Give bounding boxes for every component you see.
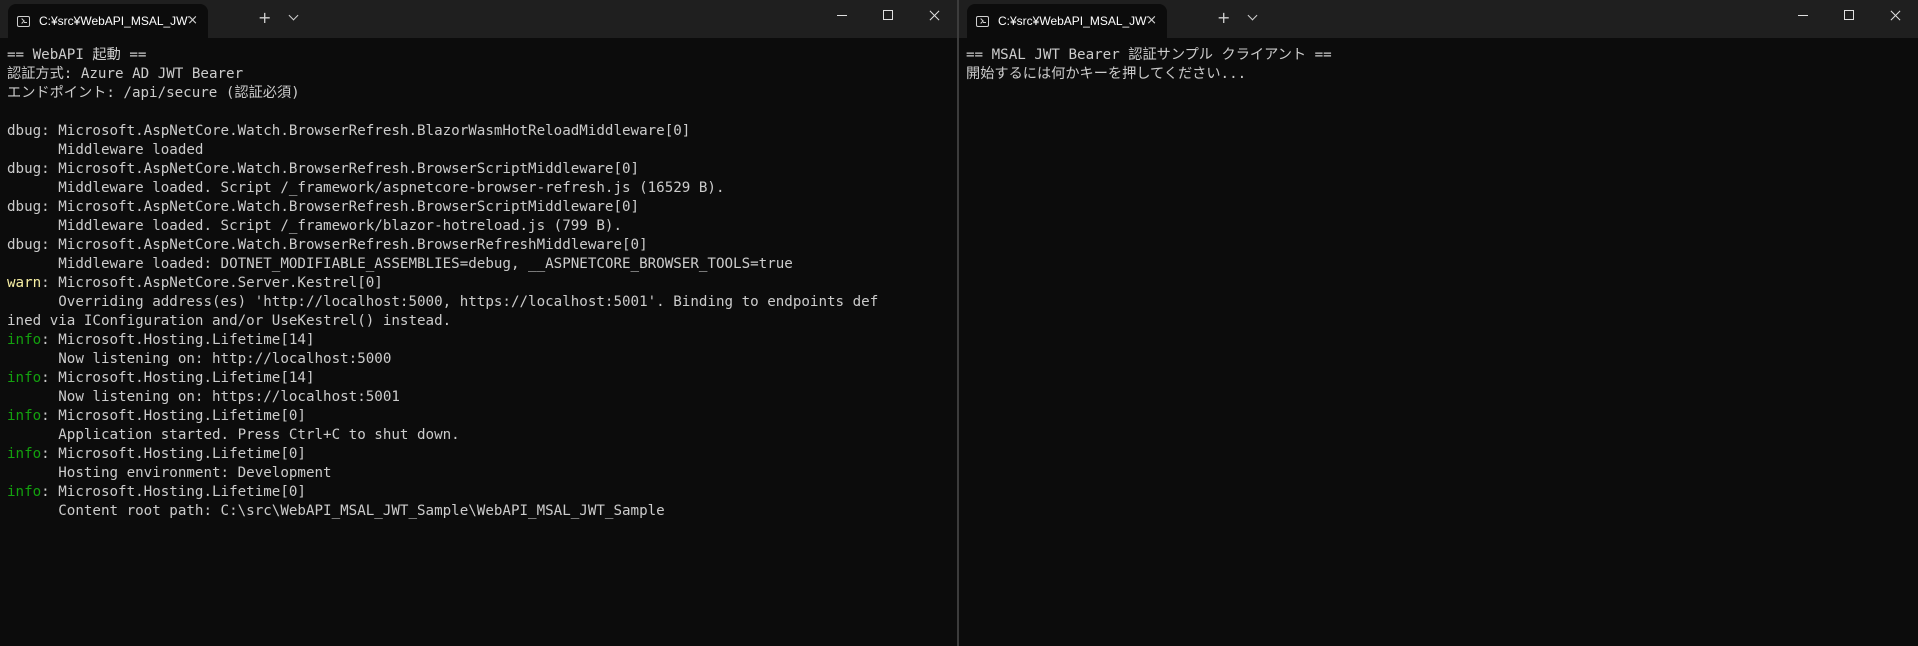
console-line: Middleware loaded. Script /_framework/bl… [7, 217, 951, 236]
console-line-text: : Microsoft.AspNetCore.Watch.BrowserRefr… [41, 161, 640, 177]
console-line-text: エンドポイント: /api/secure (認証必須) [7, 85, 300, 101]
log-level-dbug: dbug [7, 199, 42, 215]
console-line: Now listening on: http://localhost:5000 [7, 350, 951, 369]
console-line: Overriding address(es) 'http://localhost… [7, 293, 951, 312]
log-level-info: info [7, 370, 42, 386]
tab-close-icon[interactable]: × [187, 13, 198, 29]
tab-title: C:¥src¥WebAPI_MSAL_JWT_Sample [998, 14, 1148, 28]
tab-title: C:¥src¥WebAPI_MSAL_JWT_Sample [39, 14, 189, 28]
console-output[interactable]: == MSAL JWT Bearer 認証サンプル クライアント == 開始するに… [966, 46, 1912, 646]
console-line: info: Microsoft.Hosting.Lifetime[14] [7, 369, 951, 388]
console-line-text: == WebAPI 起動 == [7, 47, 147, 63]
console-line: ined via IConfiguration and/or UseKestre… [7, 312, 951, 331]
log-level-warn: warn [7, 275, 42, 291]
console-line-text: Content root path: C:\src\WebAPI_MSAL_JW… [7, 503, 665, 519]
console-line-text: Now listening on: https://localhost:5001 [7, 389, 400, 405]
chevron-down-icon[interactable] [1247, 10, 1258, 21]
console-line-text: Now listening on: http://localhost:5000 [7, 351, 392, 367]
title-bar[interactable]: C:¥src¥WebAPI_MSAL_JWT_Sample × + [0, 0, 957, 38]
console-line: == MSAL JWT Bearer 認証サンプル クライアント == [966, 46, 1912, 65]
log-level-info: info [7, 408, 42, 424]
console-line: Middleware loaded [7, 141, 951, 160]
console-line: info: Microsoft.Hosting.Lifetime[0] [7, 483, 951, 502]
new-tab-button[interactable]: + [1217, 8, 1230, 28]
console-line-text: 開始するには何かキーを押してください... [966, 66, 1247, 82]
console-line: info: Microsoft.Hosting.Lifetime[0] [7, 445, 951, 464]
console-line: エンドポイント: /api/secure (認証必須) [7, 84, 951, 103]
minimize-button[interactable] [1780, 0, 1826, 32]
console-line: dbug: Microsoft.AspNetCore.Watch.Browser… [7, 160, 951, 179]
console-line-text: : Microsoft.Hosting.Lifetime[14] [41, 332, 315, 348]
console-line: warn: Microsoft.AspNetCore.Server.Kestre… [7, 274, 951, 293]
maximize-button[interactable] [865, 0, 911, 32]
console-line: Hosting environment: Development [7, 464, 951, 483]
maximize-button[interactable] [1826, 0, 1872, 32]
terminal-window-webapi: C:¥src¥WebAPI_MSAL_JWT_Sample × + == Web… [0, 0, 957, 646]
log-level-dbug: dbug [7, 161, 42, 177]
log-level-info: info [7, 484, 42, 500]
title-bar[interactable]: C:¥src¥WebAPI_MSAL_JWT_Sample × + [959, 0, 1918, 38]
console-line: 認証方式: Azure AD JWT Bearer [7, 65, 951, 84]
console-line: Now listening on: https://localhost:5001 [7, 388, 951, 407]
console-line-text: Middleware loaded [7, 142, 204, 158]
console-line-text: : Microsoft.AspNetCore.Watch.BrowserRefr… [41, 123, 691, 139]
log-level-info: info [7, 446, 42, 462]
console-line: Content root path: C:\src\WebAPI_MSAL_JW… [7, 502, 951, 521]
console-line: == WebAPI 起動 == [7, 46, 951, 65]
console-line-text: : Microsoft.AspNetCore.Watch.BrowserRefr… [41, 237, 648, 253]
console-line: Middleware loaded: DOTNET_MODIFIABLE_ASS… [7, 255, 951, 274]
terminal-icon [17, 15, 30, 27]
console-line-text: : Microsoft.Hosting.Lifetime[0] [41, 408, 306, 424]
console-line-text: : Microsoft.Hosting.Lifetime[0] [41, 484, 306, 500]
terminal-tab[interactable]: C:¥src¥WebAPI_MSAL_JWT_Sample × [967, 4, 1167, 38]
minimize-button[interactable] [819, 0, 865, 32]
console-line-text: == MSAL JWT Bearer 認証サンプル クライアント == [966, 47, 1332, 63]
console-line-text: Middleware loaded. Script /_framework/as… [7, 180, 725, 196]
console-line-text: : Microsoft.Hosting.Lifetime[14] [41, 370, 315, 386]
console-line: dbug: Microsoft.AspNetCore.Watch.Browser… [7, 122, 951, 141]
console-line: dbug: Microsoft.AspNetCore.Watch.Browser… [7, 236, 951, 255]
console-line-text: : Microsoft.AspNetCore.Watch.BrowserRefr… [41, 199, 640, 215]
console-line-text: Middleware loaded. Script /_framework/bl… [7, 218, 622, 234]
log-level-dbug: dbug [7, 123, 42, 139]
console-line-text: Hosting environment: Development [7, 465, 332, 481]
console-line-text: Middleware loaded: DOTNET_MODIFIABLE_ASS… [7, 256, 793, 272]
console-line: Application started. Press Ctrl+C to shu… [7, 426, 951, 445]
terminal-tab[interactable]: C:¥src¥WebAPI_MSAL_JWT_Sample × [8, 4, 208, 38]
console-output[interactable]: == WebAPI 起動 == 認証方式: Azure AD JWT Bearer… [7, 46, 951, 646]
console-line-text: Overriding address(es) 'http://localhost… [7, 294, 879, 310]
console-line: dbug: Microsoft.AspNetCore.Watch.Browser… [7, 198, 951, 217]
log-level-dbug: dbug [7, 237, 42, 253]
console-line: info: Microsoft.Hosting.Lifetime[0] [7, 407, 951, 426]
terminal-window-client: C:¥src¥WebAPI_MSAL_JWT_Sample × + == MSA… [959, 0, 1918, 646]
console-line-text: : Microsoft.AspNetCore.Server.Kestrel[0] [41, 275, 383, 291]
console-line: Middleware loaded. Script /_framework/as… [7, 179, 951, 198]
console-line: 開始するには何かキーを押してください... [966, 65, 1912, 84]
console-line-text: ined via IConfiguration and/or UseKestre… [7, 313, 452, 329]
console-line-text: : Microsoft.Hosting.Lifetime[0] [41, 446, 306, 462]
console-line-text: Application started. Press Ctrl+C to shu… [7, 427, 460, 443]
log-level-info: info [7, 332, 42, 348]
new-tab-button[interactable]: + [258, 8, 271, 28]
terminal-icon [976, 15, 989, 27]
console-line: info: Microsoft.Hosting.Lifetime[14] [7, 331, 951, 350]
close-window-button[interactable] [1872, 0, 1918, 32]
close-window-button[interactable] [911, 0, 957, 32]
tab-close-icon[interactable]: × [1146, 13, 1157, 29]
console-line-text: 認証方式: Azure AD JWT Bearer [7, 66, 244, 82]
chevron-down-icon[interactable] [288, 10, 299, 21]
